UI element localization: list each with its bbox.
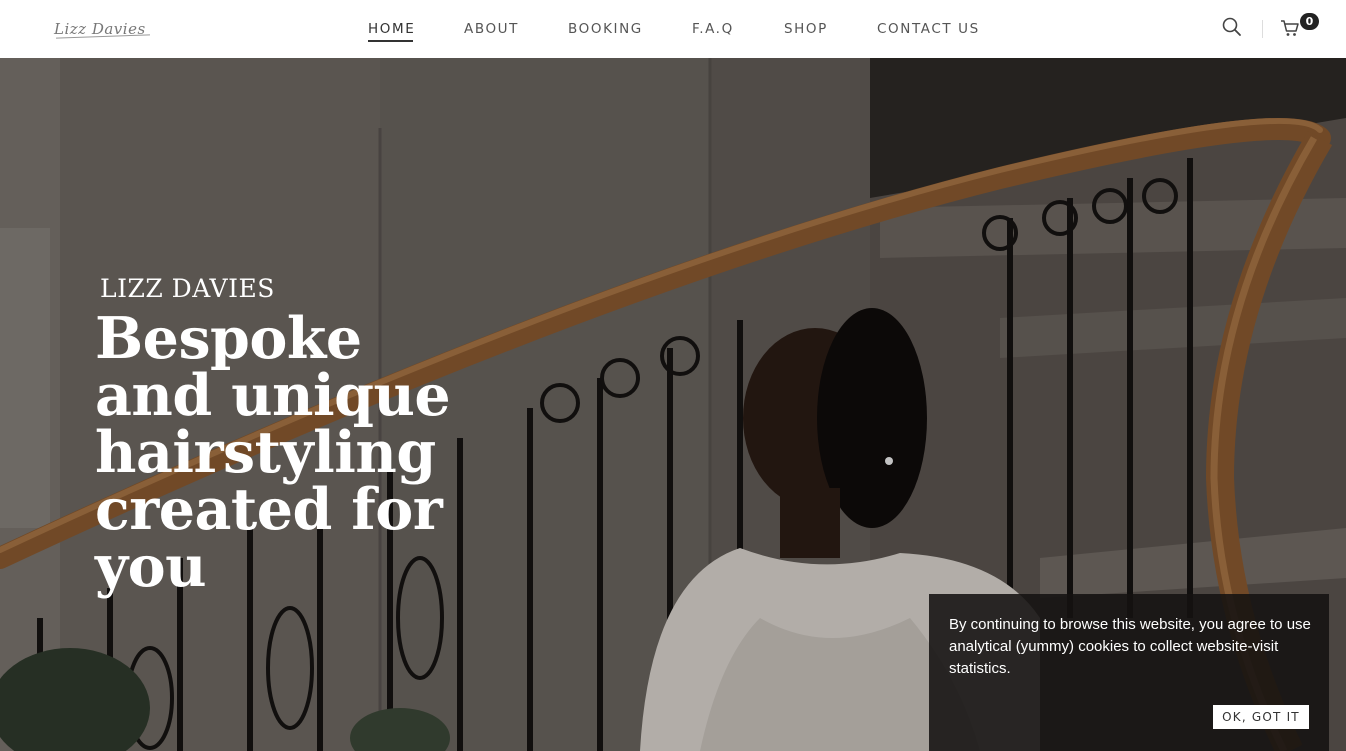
nav-booking[interactable]: BOOKING — [568, 21, 643, 37]
nav-faq[interactable]: F.A.Q — [692, 21, 734, 37]
cart-icon[interactable] — [1279, 17, 1301, 39]
accept-cookies-button[interactable]: OK, GOT IT — [1213, 705, 1309, 729]
nav-home[interactable]: HOME — [368, 21, 415, 42]
hero-kicker: LIZZ DAVIES — [100, 274, 275, 303]
header-divider — [1262, 20, 1263, 38]
site-header: Lizz Davies HOME ABOUT BOOKING F.A.Q SHO… — [0, 0, 1346, 58]
cookie-text: By continuing to browse this website, yo… — [949, 616, 1311, 677]
nav-shop[interactable]: SHOP — [784, 21, 828, 37]
cart-count-badge[interactable]: 0 — [1300, 13, 1319, 30]
cookie-banner: By continuing to browse this website, yo… — [929, 594, 1329, 751]
search-icon[interactable] — [1221, 16, 1243, 38]
hero-title: Bespoke and unique hairstyling created f… — [95, 305, 451, 600]
site-logo[interactable]: Lizz Davies — [54, 20, 146, 38]
nav-about[interactable]: ABOUT — [464, 21, 519, 37]
nav-contact[interactable]: CONTACT US — [877, 21, 980, 37]
